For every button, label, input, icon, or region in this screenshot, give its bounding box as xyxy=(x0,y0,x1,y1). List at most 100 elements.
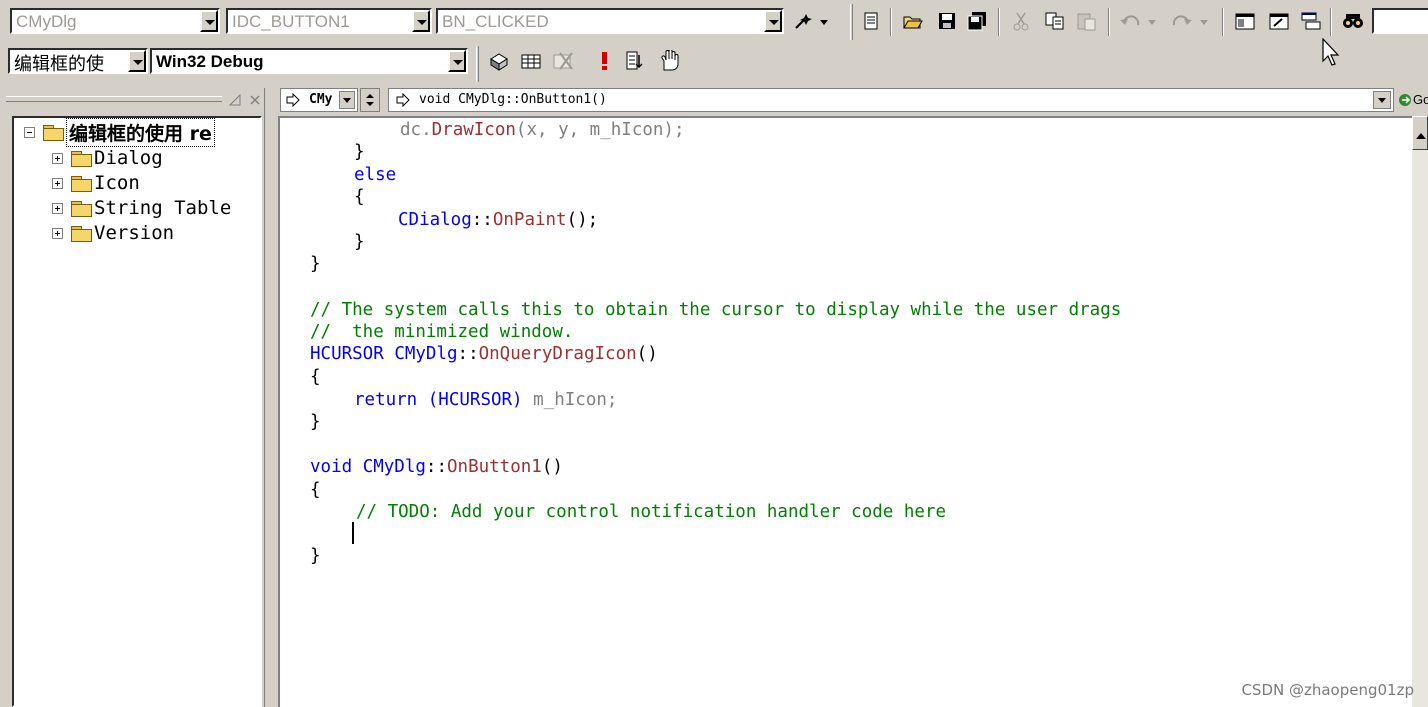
compile-button[interactable] xyxy=(486,48,512,74)
close-pane-button[interactable] xyxy=(246,90,264,110)
paste-button[interactable] xyxy=(1074,8,1100,34)
find-in-files-button[interactable] xyxy=(1340,8,1366,34)
window-list-button[interactable] xyxy=(1298,8,1324,34)
code-line: return (HCURSOR) m_hIcon; xyxy=(354,390,618,410)
go-arrow-icon xyxy=(1399,94,1411,106)
tree-item-icon[interactable]: Icon xyxy=(52,171,140,195)
toolbar-separator xyxy=(998,8,1000,36)
code-line: } xyxy=(310,412,321,432)
toolbar-separator xyxy=(1330,8,1332,36)
window-list-icon xyxy=(1301,12,1321,30)
code-line: CDialog::OnPaint(); xyxy=(398,210,599,230)
class-combo[interactable]: CMyDlg xyxy=(10,8,220,34)
collapse-icon[interactable] xyxy=(24,126,35,138)
project-combo[interactable]: 编辑框的使 xyxy=(8,48,148,75)
folder-icon xyxy=(71,200,92,217)
toolbar-separator xyxy=(1222,8,1224,36)
workspace-button[interactable] xyxy=(1232,8,1258,34)
chevron-down-icon[interactable] xyxy=(448,50,466,72)
go-button[interactable]: Go xyxy=(1398,88,1428,112)
redo-button[interactable] xyxy=(1168,8,1216,34)
cut-button[interactable] xyxy=(1008,8,1034,34)
folder-open-icon xyxy=(43,124,64,141)
toolbar-separator xyxy=(890,8,892,36)
message-combo[interactable]: BN_CLICKED xyxy=(436,8,784,34)
toolbar-row-1: CMyDlg IDC_BUTTON1 BN_CLICKED xyxy=(0,0,1428,44)
code-line: void CMyDlg::OnButton1() xyxy=(310,457,563,477)
scroll-up-arrow-icon[interactable] xyxy=(1412,116,1428,150)
stop-build-icon xyxy=(553,52,573,70)
dock-icon xyxy=(229,94,241,106)
code-line: { xyxy=(310,480,321,500)
workspace-titlebar xyxy=(0,88,268,112)
chevron-down-icon[interactable] xyxy=(200,10,218,32)
code-line: else xyxy=(354,165,397,185)
copy-button[interactable] xyxy=(1042,8,1068,34)
spin-button[interactable] xyxy=(360,88,380,112)
control-id-combo[interactable]: IDC_BUTTON1 xyxy=(226,8,432,34)
toolbar-row-2: 编辑框的使 Win32 Debug xyxy=(0,44,1428,86)
new-file-button[interactable] xyxy=(858,8,884,34)
open-button[interactable] xyxy=(900,8,926,34)
wizard-wand-button[interactable] xyxy=(790,8,834,34)
folder-icon xyxy=(71,225,92,242)
folder-icon xyxy=(71,150,92,167)
mouse-pointer-icon xyxy=(1322,38,1340,66)
build-config-combo[interactable]: Win32 Debug xyxy=(150,48,468,74)
code-editor[interactable]: dc.DrawIcon(x, y, m_hIcon); } else { CDi… xyxy=(278,116,1412,707)
exclamation-icon xyxy=(602,52,607,70)
chevron-down-icon[interactable] xyxy=(412,10,430,32)
toolbar-grip xyxy=(850,4,853,40)
tree-item-string-table[interactable]: String Table xyxy=(52,196,231,220)
arrow-right-icon xyxy=(396,93,410,107)
dock-button[interactable] xyxy=(226,90,244,110)
vertical-scrollbar[interactable] xyxy=(1412,116,1428,707)
wizard-class-combo[interactable]: CMy xyxy=(280,88,358,112)
arrow-right-icon xyxy=(286,93,300,107)
chevron-down-icon[interactable] xyxy=(339,91,355,109)
code-line: { xyxy=(354,187,365,207)
toolbar-grip xyxy=(476,46,479,82)
comment-line: // the minimized window. xyxy=(310,322,574,342)
chevron-down-icon[interactable] xyxy=(764,10,782,32)
comment-line: // The system calls this to obtain the c… xyxy=(310,300,1122,320)
toolbar-separator xyxy=(1108,8,1110,36)
tree-root-label: 编辑框的使用 re xyxy=(66,117,215,147)
save-icon xyxy=(939,13,955,29)
expand-icon[interactable] xyxy=(52,152,63,164)
folder-icon xyxy=(71,175,92,192)
tree-item-dialog[interactable]: Dialog xyxy=(52,146,163,170)
build-button[interactable] xyxy=(518,48,544,74)
workspace-pane: 编辑框的使用 re Dialog Icon String Table Versi… xyxy=(0,88,268,707)
pane-splitter[interactable] xyxy=(264,88,276,707)
new-document-icon xyxy=(864,12,878,30)
compile-icon xyxy=(490,53,508,71)
breakpoint-button[interactable] xyxy=(656,48,682,74)
resource-tree: 编辑框的使用 re Dialog Icon String Table Versi… xyxy=(12,116,262,707)
expand-icon[interactable] xyxy=(52,202,63,214)
redo-icon xyxy=(1172,15,1208,26)
binoculars-icon xyxy=(1343,14,1363,28)
save-all-icon xyxy=(967,12,986,31)
go-debug-button[interactable] xyxy=(624,48,650,74)
stop-build-button[interactable] xyxy=(550,48,576,74)
output-button[interactable] xyxy=(1266,8,1292,34)
execute-button[interactable] xyxy=(592,48,618,74)
watermark: CSDN @zhaopeng01zp xyxy=(1241,681,1414,699)
chevron-down-icon[interactable] xyxy=(1373,91,1391,109)
close-icon xyxy=(250,95,260,105)
wizard-function-combo[interactable]: void CMyDlg::OnButton1() xyxy=(388,88,1394,112)
hand-icon xyxy=(661,50,679,71)
undo-button[interactable] xyxy=(1116,8,1164,34)
tree-root[interactable]: 编辑框的使用 re xyxy=(24,117,215,147)
find-combo[interactable] xyxy=(1372,8,1428,34)
expand-icon[interactable] xyxy=(52,227,63,239)
save-all-button[interactable] xyxy=(964,8,990,34)
code-line: dc.DrawIcon(x, y, m_hIcon); xyxy=(400,120,685,140)
tree-item-version[interactable]: Version xyxy=(52,221,174,245)
save-button[interactable] xyxy=(934,8,960,34)
expand-icon[interactable] xyxy=(52,177,63,189)
code-line: HCURSOR CMyDlg::OnQueryDragIcon() xyxy=(310,344,658,364)
build-icon xyxy=(521,54,541,69)
chevron-down-icon[interactable] xyxy=(128,50,146,72)
